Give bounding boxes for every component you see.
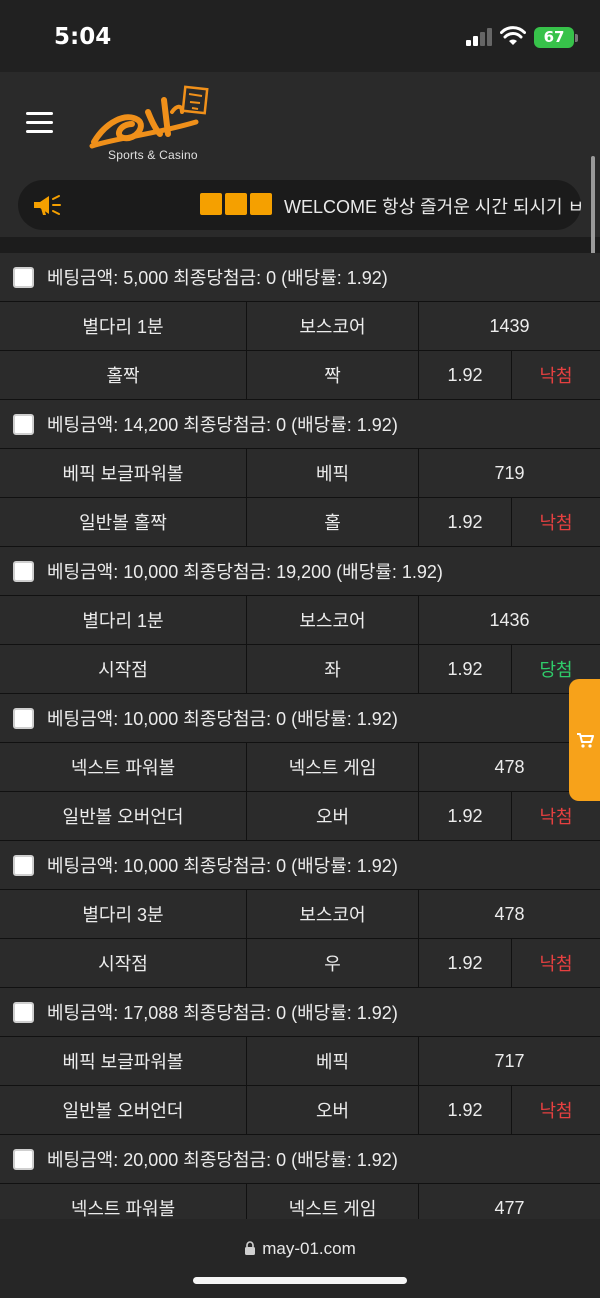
pick-odds: 1.92 bbox=[419, 351, 512, 399]
bet-pick-row: 시작점 좌 1.92 당첨 bbox=[0, 645, 600, 694]
bet-header: 베팅금액: 10,000 최종당첨금: 0 (배당률: 1.92) bbox=[0, 694, 600, 743]
market-name: 넥스트 게임 bbox=[247, 743, 419, 791]
pick-odds: 1.92 bbox=[419, 792, 512, 840]
bet-header: 베팅금액: 14,200 최종당첨금: 0 (배당률: 1.92) bbox=[0, 400, 600, 449]
game-name: 베픽 보글파워볼 bbox=[0, 449, 247, 497]
home-indicator[interactable] bbox=[193, 1277, 407, 1284]
bet-pick-row: 일반볼 오버언더 오버 1.92 낙첨 bbox=[0, 792, 600, 841]
lock-icon bbox=[245, 1241, 256, 1255]
bet-summary: 베팅금액: 10,000 최종당첨금: 19,200 (배당률: 1.92) bbox=[47, 562, 443, 582]
bet-result: 낙첨 bbox=[512, 498, 600, 546]
bet-checkbox[interactable] bbox=[13, 854, 34, 876]
bet-game-row: 별다리 3분 보스코어 478 bbox=[0, 890, 600, 939]
pick-odds: 1.92 bbox=[419, 939, 512, 987]
pick-choice: 오버 bbox=[247, 1086, 419, 1134]
bet-game-row: 넥스트 파워볼 넥스트 게임 478 bbox=[0, 743, 600, 792]
betslip-cart-tab[interactable] bbox=[569, 679, 600, 801]
game-name: 베픽 보글파워볼 bbox=[0, 1037, 247, 1085]
bet-header: 베팅금액: 17,088 최종당첨금: 0 (배당률: 1.92) bbox=[0, 988, 600, 1037]
game-name: 별다리 1분 bbox=[0, 302, 247, 350]
pick-odds: 1.92 bbox=[419, 498, 512, 546]
bet-checkbox[interactable] bbox=[13, 707, 34, 729]
pick-choice: 오버 bbox=[247, 792, 419, 840]
pick-type: 일반볼 홀짝 bbox=[0, 498, 247, 546]
notice-marquee: WELCOME 항상 즐거운 시간 되시기 ㅂ bbox=[18, 180, 581, 230]
bet-result: 낙첨 bbox=[512, 351, 600, 399]
pick-choice: 홀 bbox=[247, 498, 419, 546]
url-bar[interactable]: may-01.com bbox=[0, 1239, 600, 1259]
bet-pick-row: 일반볼 오버언더 오버 1.92 낙첨 bbox=[0, 1086, 600, 1135]
pick-type: 시작점 bbox=[0, 939, 247, 987]
pick-type: 일반볼 오버언더 bbox=[0, 1086, 247, 1134]
pick-type: 시작점 bbox=[0, 645, 247, 693]
bet-pick-row: 일반볼 홀짝 홀 1.92 낙첨 bbox=[0, 498, 600, 547]
market-name: 베픽 bbox=[247, 1037, 419, 1085]
round-number: 478 bbox=[419, 890, 600, 938]
bet-summary: 베팅금액: 20,000 최종당첨금: 0 (배당률: 1.92) bbox=[47, 1150, 398, 1170]
bet-game-row: 별다리 1분 보스코어 1439 bbox=[0, 302, 600, 351]
bet-summary: 베팅금액: 17,088 최종당첨금: 0 (배당률: 1.92) bbox=[47, 1003, 398, 1023]
bet-summary: 베팅금액: 14,200 최종당첨금: 0 (배당률: 1.92) bbox=[47, 415, 398, 435]
bet-header: 베팅금액: 5,000 최종당첨금: 0 (배당률: 1.92) bbox=[0, 253, 600, 302]
browser-bottom-bar: may-01.com bbox=[0, 1219, 600, 1298]
round-number: 717 bbox=[419, 1037, 600, 1085]
bet-checkbox[interactable] bbox=[13, 1001, 34, 1023]
market-name: 보스코어 bbox=[247, 596, 419, 644]
wifi-icon bbox=[500, 26, 526, 45]
bet-game-row: 넥스트 파워볼 넥스트 게임 477 bbox=[0, 1184, 600, 1219]
market-name: 베픽 bbox=[247, 449, 419, 497]
megaphone-icon bbox=[34, 195, 61, 215]
bet-pick-row: 시작점 우 1.92 낙첨 bbox=[0, 939, 600, 988]
pick-choice: 짝 bbox=[247, 351, 419, 399]
bet-result: 낙첨 bbox=[512, 1086, 600, 1134]
status-time: 5:04 bbox=[54, 24, 112, 50]
game-name: 넥스트 파워볼 bbox=[0, 1184, 247, 1219]
bet-summary: 베팅금액: 10,000 최종당첨금: 0 (배당률: 1.92) bbox=[47, 856, 398, 876]
bet-header: 베팅금액: 10,000 최종당첨금: 0 (배당률: 1.92) bbox=[0, 841, 600, 890]
round-number: 477 bbox=[419, 1184, 600, 1219]
round-number: 1436 bbox=[419, 596, 600, 644]
logo-tagline: Sports & Casino bbox=[108, 148, 198, 162]
hamburger-icon[interactable] bbox=[26, 112, 54, 134]
bet-history-list: 베팅금액: 5,000 최종당첨금: 0 (배당률: 1.92) 별다리 1분 … bbox=[0, 253, 600, 1219]
url-text: may-01.com bbox=[262, 1239, 356, 1258]
round-number: 719 bbox=[419, 449, 600, 497]
battery-indicator: 67 bbox=[534, 27, 574, 48]
bet-result: 낙첨 bbox=[512, 939, 600, 987]
round-number: 1439 bbox=[419, 302, 600, 350]
signal-icon bbox=[466, 28, 492, 46]
bet-checkbox[interactable] bbox=[13, 560, 34, 582]
game-name: 별다리 3분 bbox=[0, 890, 247, 938]
marquee-text: WELCOME 항상 즐거운 시간 되시기 ㅂ bbox=[284, 197, 581, 217]
bet-summary: 베팅금액: 10,000 최종당첨금: 0 (배당률: 1.92) bbox=[47, 709, 398, 729]
site-header: Sports & Casino WELCOME 항상 즐거운 시간 되시기 ㅂ bbox=[0, 72, 600, 237]
marquee-squares bbox=[200, 193, 275, 215]
market-name: 보스코어 bbox=[247, 302, 419, 350]
bet-game-row: 베픽 보글파워볼 베픽 719 bbox=[0, 449, 600, 498]
battery-tip bbox=[575, 34, 578, 42]
market-name: 보스코어 bbox=[247, 890, 419, 938]
pick-type: 홀짝 bbox=[0, 351, 247, 399]
bet-checkbox[interactable] bbox=[13, 1148, 34, 1170]
bet-checkbox[interactable] bbox=[13, 266, 34, 288]
game-name: 별다리 1분 bbox=[0, 596, 247, 644]
bet-game-row: 베픽 보글파워볼 베픽 717 bbox=[0, 1037, 600, 1086]
pick-type: 일반볼 오버언더 bbox=[0, 792, 247, 840]
status-bar: 5:04 67 bbox=[0, 0, 600, 72]
game-name: 넥스트 파워볼 bbox=[0, 743, 247, 791]
pick-odds: 1.92 bbox=[419, 1086, 512, 1134]
bet-checkbox[interactable] bbox=[13, 413, 34, 435]
cart-icon bbox=[577, 733, 594, 748]
pick-choice: 우 bbox=[247, 939, 419, 987]
bet-game-row: 별다리 1분 보스코어 1436 bbox=[0, 596, 600, 645]
market-name: 넥스트 게임 bbox=[247, 1184, 419, 1219]
bet-header: 베팅금액: 10,000 최종당첨금: 19,200 (배당률: 1.92) bbox=[0, 547, 600, 596]
bet-summary: 베팅금액: 5,000 최종당첨금: 0 (배당률: 1.92) bbox=[47, 268, 388, 288]
bet-header: 베팅금액: 20,000 최종당첨금: 0 (배당률: 1.92) bbox=[0, 1135, 600, 1184]
pick-choice: 좌 bbox=[247, 645, 419, 693]
pick-odds: 1.92 bbox=[419, 645, 512, 693]
bet-pick-row: 홀짝 짝 1.92 낙첨 bbox=[0, 351, 600, 400]
